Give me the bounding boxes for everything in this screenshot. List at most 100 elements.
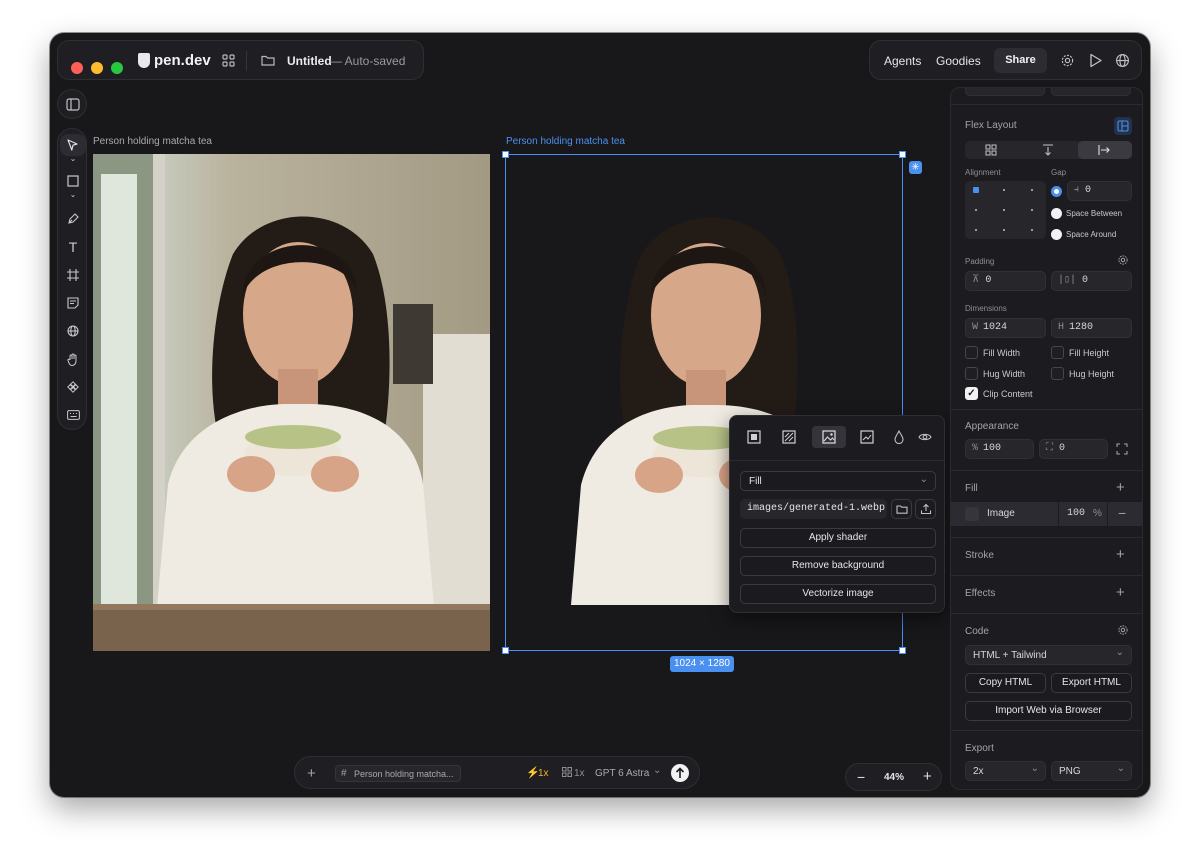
- flex-layout-toggle-icon[interactable]: [1114, 117, 1132, 135]
- fill-opacity-value[interactable]: 100: [1067, 508, 1085, 519]
- resize-handle[interactable]: [899, 151, 906, 158]
- frame-tool-icon[interactable]: [58, 264, 88, 286]
- text-tool-icon[interactable]: T: [58, 236, 88, 258]
- vertical-layout-icon[interactable]: [1042, 144, 1054, 156]
- copy-html-button[interactable]: Copy HTML: [965, 673, 1046, 693]
- dimensions-label: Dimensions: [965, 304, 1007, 313]
- folder-icon[interactable]: [261, 54, 275, 66]
- fill-swatch[interactable]: [965, 507, 979, 521]
- zoom-window-button[interactable]: [111, 62, 123, 74]
- pen-tool-icon[interactable]: [58, 208, 88, 230]
- remove-fill-icon[interactable]: −: [1118, 505, 1126, 521]
- corner-radius-field[interactable]: ⛶ 0: [1039, 439, 1108, 459]
- hug-width-checkbox[interactable]: [965, 367, 978, 380]
- height-field[interactable]: H 1280: [1051, 318, 1132, 338]
- import-web-button[interactable]: Import Web via Browser: [965, 701, 1132, 721]
- resize-handle[interactable]: [899, 647, 906, 654]
- model-select[interactable]: GPT 6 Astra: [595, 768, 649, 779]
- note-tool-icon[interactable]: [58, 292, 88, 314]
- visibility-eye-icon[interactable]: [918, 432, 932, 442]
- padding-vertical-field[interactable]: ⊼ 0: [965, 271, 1046, 291]
- right-frame-label[interactable]: Person holding matcha tea: [506, 136, 625, 147]
- grid-layout-icon[interactable]: [985, 144, 997, 156]
- add-context-icon[interactable]: +: [307, 765, 316, 782]
- image-fill-icon[interactable]: [812, 426, 846, 448]
- fit-mode-select[interactable]: Fill ⌄: [740, 471, 936, 491]
- width-value: 1024: [983, 322, 1008, 333]
- image-path-field[interactable]: images/generated-1.webp: [740, 499, 887, 519]
- browse-folder-icon[interactable]: [891, 499, 912, 519]
- drop-icon[interactable]: [894, 430, 904, 444]
- send-arrow-icon[interactable]: [671, 764, 689, 782]
- gradient-fill-icon[interactable]: [782, 430, 796, 444]
- vectorize-image-button[interactable]: Vectorize image: [740, 584, 936, 604]
- component-tool-icon[interactable]: [58, 376, 88, 398]
- globe-icon[interactable]: [1115, 53, 1130, 68]
- remove-background-button[interactable]: Remove background: [740, 556, 936, 576]
- upload-icon[interactable]: [915, 499, 936, 519]
- gap-field[interactable]: ⫞ 0: [1067, 181, 1132, 201]
- export-html-button[interactable]: Export HTML: [1051, 673, 1132, 693]
- web-tool-icon[interactable]: [58, 320, 88, 342]
- code-format-select[interactable]: HTML + Tailwind ⌄: [965, 645, 1132, 665]
- solid-fill-icon[interactable]: [747, 430, 761, 444]
- resize-handle[interactable]: [502, 151, 509, 158]
- goodies-button[interactable]: Goodies: [936, 54, 981, 68]
- chevron-down-icon[interactable]: ⌄: [653, 765, 661, 776]
- gap-value: 0: [1085, 185, 1092, 196]
- clip-content-checkbox[interactable]: ✓: [965, 387, 978, 400]
- chevron-down-icon[interactable]: ⌄: [58, 153, 88, 165]
- padding-settings-icon[interactable]: [1117, 254, 1129, 266]
- zoom-out-button[interactable]: −: [857, 769, 865, 785]
- agents-button[interactable]: Agents: [884, 54, 921, 68]
- add-fill-icon[interactable]: +: [1116, 479, 1125, 496]
- resize-handle[interactable]: [502, 647, 509, 654]
- space-between-radio[interactable]: [1051, 208, 1062, 219]
- code-settings-icon[interactable]: [1117, 624, 1129, 636]
- fill-width-checkbox[interactable]: [965, 346, 978, 359]
- gap-radio[interactable]: [1051, 186, 1062, 197]
- padding-horizontal-field[interactable]: |▯| 0: [1051, 271, 1132, 291]
- export-format-select[interactable]: PNG ⌄: [1051, 761, 1132, 781]
- opacity-unit: %: [972, 443, 979, 454]
- chevron-down-icon[interactable]: ⌄: [58, 189, 88, 201]
- alignment-grid[interactable]: [965, 181, 1046, 239]
- context-chip[interactable]: # Person holding matcha...: [335, 765, 461, 782]
- sidebar-toggle-button[interactable]: [57, 89, 87, 119]
- share-button[interactable]: Share: [994, 48, 1047, 73]
- horizontal-layout-icon[interactable]: [1078, 141, 1132, 159]
- keyboard-icon[interactable]: [58, 404, 88, 426]
- ai-sparkle-badge-icon[interactable]: ✳: [909, 161, 922, 174]
- expand-corners-icon[interactable]: [1116, 443, 1128, 455]
- hug-height-checkbox[interactable]: [1051, 367, 1064, 380]
- file-status: — Auto-saved: [330, 54, 406, 68]
- fill-height-checkbox[interactable]: [1051, 346, 1064, 359]
- fit-mode-value: Fill: [749, 476, 762, 487]
- chevron-down-icon: ⌄: [919, 474, 928, 485]
- space-around-radio[interactable]: [1051, 229, 1062, 240]
- play-icon[interactable]: [1089, 53, 1103, 68]
- hand-tool-icon[interactable]: [58, 348, 88, 370]
- height-value: 1280: [1069, 322, 1094, 333]
- zoom-value[interactable]: 44%: [884, 772, 904, 783]
- original-photo[interactable]: [93, 154, 490, 651]
- fill-row[interactable]: Image 100 % −: [951, 502, 1142, 526]
- settings-icon[interactable]: [1060, 53, 1075, 68]
- chart-fill-icon[interactable]: [860, 430, 874, 444]
- close-window-button[interactable]: [71, 62, 83, 74]
- chevron-down-icon: ⌄: [1030, 763, 1039, 774]
- add-stroke-icon[interactable]: +: [1116, 546, 1125, 563]
- width-field[interactable]: W 1024: [965, 318, 1046, 338]
- add-effect-icon[interactable]: +: [1116, 584, 1125, 601]
- apps-grid-icon[interactable]: [222, 54, 235, 67]
- speed-value[interactable]: 1x: [538, 768, 549, 779]
- zoom-in-button[interactable]: +: [923, 768, 932, 785]
- file-title[interactable]: Untitled: [287, 54, 332, 68]
- export-scale-select[interactable]: 2x ⌄: [965, 761, 1046, 781]
- opacity-field[interactable]: % 100: [965, 439, 1034, 459]
- left-frame-label[interactable]: Person holding matcha tea: [93, 136, 212, 147]
- apply-shader-button[interactable]: Apply shader: [740, 528, 936, 548]
- variations-count[interactable]: 1x: [574, 768, 585, 779]
- minimize-window-button[interactable]: [91, 62, 103, 74]
- variations-grid-icon[interactable]: [562, 767, 572, 777]
